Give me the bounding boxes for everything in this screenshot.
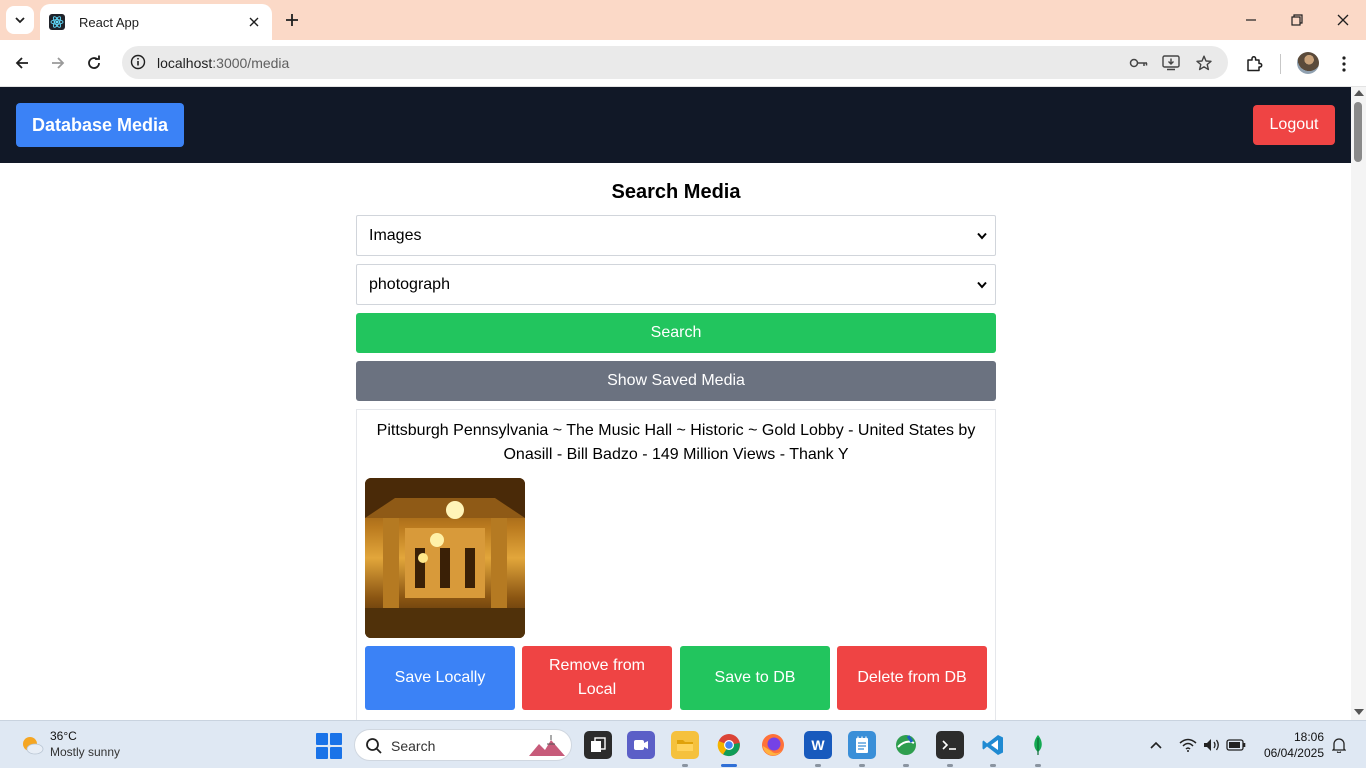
query-select[interactable]: photograph (356, 264, 996, 305)
app-running-indicator (859, 764, 865, 767)
close-icon (1337, 14, 1349, 26)
chrome-icon[interactable] (715, 731, 743, 759)
start-logo-tile (316, 747, 328, 759)
app-running-indicator (815, 764, 821, 767)
app-header: Database Media Logout (0, 87, 1351, 163)
media-thumbnail (365, 478, 525, 638)
toolbar-divider (1280, 54, 1281, 74)
search-icon (366, 738, 382, 754)
word-icon[interactable]: W (804, 731, 832, 759)
brand-button[interactable]: Database Media (16, 103, 184, 147)
clock-time[interactable]: 18:06 (1260, 730, 1324, 744)
wifi-icon[interactable] (1178, 735, 1198, 755)
query-value: photograph (369, 276, 450, 293)
start-logo-tile (330, 747, 342, 759)
firefox-icon[interactable] (759, 731, 787, 759)
browser-toolbar: localhost:3000/media (0, 40, 1366, 87)
browser-menu-icon[interactable] (1332, 52, 1356, 76)
search-button[interactable]: Search (356, 313, 996, 353)
show-hidden-icons-chevron-up-icon[interactable] (1146, 735, 1166, 755)
screen: React App localhost:3000/media Database … (0, 0, 1366, 768)
app-running-indicator (1035, 764, 1041, 767)
forward-button[interactable] (44, 49, 72, 77)
bookmark-star-icon[interactable] (1194, 53, 1214, 73)
restore-button[interactable] (1282, 6, 1312, 34)
partly-sunny-icon[interactable] (20, 733, 44, 757)
back-button[interactable] (8, 49, 36, 77)
password-key-icon[interactable] (1129, 53, 1149, 73)
weather-temperature[interactable]: 36°C (50, 729, 77, 743)
windows-taskbar: 36°C Mostly sunny Search W 18:06 06/04/2… (0, 720, 1366, 768)
save-locally-button[interactable]: Save Locally (365, 646, 515, 710)
new-tab-button[interactable] (280, 8, 304, 32)
search-highlight-art-icon (529, 735, 565, 756)
install-app-icon[interactable] (1161, 53, 1181, 73)
minimize-button[interactable] (1236, 6, 1266, 34)
media-caption: Pittsburgh Pennsylvania ~ The Music Hall… (376, 422, 976, 463)
address-url: localhost:3000/media (157, 55, 289, 71)
scroll-up-arrow-icon[interactable] (1354, 90, 1364, 96)
weather-description[interactable]: Mostly sunny (50, 745, 120, 759)
file-explorer-icon[interactable] (671, 731, 699, 759)
app-running-indicator (682, 764, 688, 767)
volume-icon[interactable] (1202, 735, 1222, 755)
page-viewport: Database Media Logout Search Media Image… (0, 87, 1351, 720)
profile-avatar[interactable] (1297, 52, 1319, 74)
teams-meet-icon[interactable] (627, 731, 655, 759)
globe-app-icon[interactable] (892, 731, 920, 759)
search-title: Search Media (611, 181, 741, 203)
chevron-down-icon (15, 17, 25, 24)
mongodb-compass-icon[interactable] (1024, 731, 1052, 759)
chevron-down-icon (977, 230, 987, 242)
reload-button[interactable] (80, 49, 108, 77)
scroll-down-arrow-icon[interactable] (1354, 709, 1364, 715)
reload-icon (88, 55, 100, 69)
logout-button[interactable]: Logout (1253, 105, 1335, 145)
task-view-icon[interactable] (584, 731, 612, 759)
arrow-left-icon (15, 57, 28, 69)
app-running-indicator (990, 764, 996, 767)
close-window-button[interactable] (1328, 6, 1358, 34)
windows-start-button[interactable] (316, 733, 342, 759)
battery-icon[interactable] (1226, 735, 1246, 755)
plus-icon (286, 14, 298, 26)
start-logo-tile (330, 733, 342, 745)
media-type-select[interactable]: Images (356, 215, 996, 256)
show-saved-media-button[interactable]: Show Saved Media (356, 361, 996, 401)
taskbar-search-box[interactable]: Search (354, 729, 572, 761)
media-card: Pittsburgh Pennsylvania ~ The Music Hall… (356, 409, 996, 720)
tab-search-button[interactable] (6, 6, 34, 34)
clock-date[interactable]: 06/04/2025 (1258, 746, 1324, 760)
notification-bell-icon[interactable] (1329, 735, 1349, 755)
restore-icon (1291, 14, 1303, 26)
start-logo-tile (316, 733, 328, 745)
chevron-down-icon (977, 279, 987, 291)
page-scrollbar[interactable] (1351, 87, 1366, 720)
taskbar-search-placeholder: Search (391, 738, 436, 754)
notepad-icon[interactable] (848, 731, 876, 759)
minimize-icon (1246, 19, 1256, 21)
app-running-indicator (947, 764, 953, 767)
browser-tab-active[interactable]: React App (40, 4, 272, 40)
vscode-icon[interactable] (979, 731, 1007, 759)
terminal-icon[interactable] (936, 731, 964, 759)
arrow-right-icon (52, 57, 65, 69)
extensions-puzzle-icon[interactable] (1242, 52, 1266, 76)
remove-from-local-button[interactable]: Remove from Local (522, 646, 672, 710)
delete-from-db-button[interactable]: Delete from DB (837, 646, 987, 710)
tab-title: React App (79, 14, 139, 30)
url-host: localhost (157, 55, 213, 71)
site-info-icon[interactable] (128, 52, 148, 72)
address-bar[interactable]: localhost:3000/media (122, 46, 1228, 79)
close-tab-icon[interactable] (244, 12, 264, 32)
save-to-db-button[interactable]: Save to DB (680, 646, 830, 710)
browser-tab-strip: React App (0, 0, 1366, 40)
react-logo-icon (49, 14, 65, 30)
media-type-value: Images (369, 227, 422, 244)
app-running-indicator (903, 764, 909, 767)
app-active-indicator (721, 764, 737, 767)
url-path: :3000/media (212, 55, 290, 71)
scrollbar-thumb[interactable] (1354, 102, 1362, 162)
